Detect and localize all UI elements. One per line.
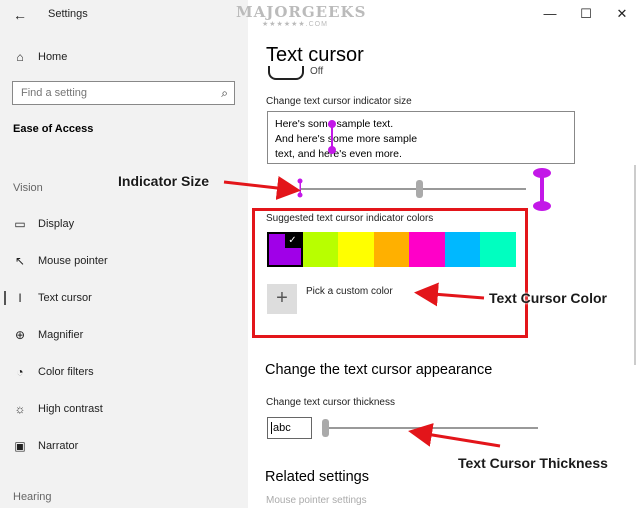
color-swatch-lime[interactable] — [302, 232, 338, 267]
color-swatch-aqua[interactable] — [480, 232, 516, 267]
close-button[interactable]: ✕ — [612, 6, 632, 22]
home-icon: ⌂ — [16, 50, 24, 64]
sample-line: And here's some more sample — [275, 133, 418, 145]
magnifier-icon: ⊕ — [14, 328, 26, 342]
palette-icon: ◔ — [16, 365, 24, 379]
sample-line: Here's some sample text. — [275, 118, 394, 130]
watermark-text: MAJORGEEKS — [236, 3, 367, 21]
maximize-button[interactable]: ☐ — [576, 6, 596, 22]
checkmark-icon: ✓ — [284, 234, 301, 248]
group-label-vision: Vision — [13, 182, 43, 194]
color-swatch-magenta[interactable] — [409, 232, 445, 267]
sidebar-item-mouse-pointer[interactable]: ↖ Mouse pointer — [0, 245, 248, 277]
watermark-subtext: ★★★★★★.COM — [262, 21, 328, 28]
search-box[interactable]: ⌕ — [12, 81, 235, 105]
narrator-icon: ▣ — [14, 439, 26, 453]
custom-color-label[interactable]: Pick a custom color — [306, 286, 393, 297]
watermark-logo: MAJORGEEKS ★★★★★★.COM — [224, 0, 414, 30]
sidebar-item-display[interactable]: ▭ Display — [0, 208, 248, 240]
page-title: Text cursor — [266, 44, 364, 66]
color-swatches: ✓ — [267, 232, 516, 267]
thickness-preview-text: abc — [273, 422, 291, 434]
plus-icon: + — [276, 287, 288, 309]
colors-label: Suggested text cursor indicator colors — [266, 213, 434, 224]
sidebar-item-narrator[interactable]: ▣ Narrator — [0, 430, 248, 462]
sidebar-item-label: Color filters — [38, 366, 94, 378]
search-input[interactable] — [13, 82, 203, 104]
indicator-size-label: Change text cursor indicator size — [266, 96, 412, 107]
minimize-button[interactable]: — — [540, 6, 560, 21]
thickness-preview: abc — [267, 417, 312, 439]
sidebar-item-home[interactable]: ⌂ Home — [0, 41, 248, 73]
sidebar-item-label: Magnifier — [38, 329, 84, 341]
sidebar-item-label: High contrast — [38, 403, 103, 415]
sidebar-item-label: Home — [38, 51, 68, 63]
color-swatch-blue[interactable] — [444, 232, 480, 267]
mouse-pointer-icon: ↖ — [14, 254, 26, 268]
sidebar: ← Settings ⌂ Home ⌕ Ease of Access Visio… — [0, 0, 248, 508]
sidebar-item-label: Mouse pointer — [38, 255, 108, 267]
sidebar-item-color-filters[interactable]: ◔ Color filters — [0, 356, 248, 388]
indicator-size-slider-thumb[interactable] — [416, 180, 423, 198]
color-swatch-purple[interactable]: ✓ — [267, 232, 303, 267]
sidebar-item-label: Text cursor — [38, 292, 92, 304]
group-label-hearing: Hearing — [13, 491, 52, 503]
sidebar-item-magnifier[interactable]: ⊕ Magnifier — [0, 319, 248, 351]
search-icon: ⌕ — [221, 86, 228, 100]
back-button[interactable]: ← — [10, 5, 30, 25]
monitor-icon: ▭ — [14, 217, 26, 231]
sidebar-item-high-contrast[interactable]: ☼ High contrast — [0, 393, 248, 425]
thickness-label: Change text cursor thickness — [266, 397, 395, 408]
back-arrow-icon: ← — [13, 7, 27, 23]
custom-color-button[interactable]: + — [267, 284, 297, 314]
sidebar-item-label: Narrator — [38, 440, 79, 452]
caret-icon — [271, 422, 272, 435]
indicator-size-slider[interactable] — [300, 188, 526, 190]
main-content: — ☐ ✕ Text cursor Off Change text cursor… — [248, 0, 640, 508]
scrollbar[interactable] — [634, 165, 636, 365]
color-swatch-orange[interactable] — [373, 232, 409, 267]
title-bar: ← Settings — [0, 0, 248, 30]
thickness-slider[interactable] — [324, 427, 538, 429]
toggle-switch[interactable] — [268, 66, 304, 80]
sidebar-item-text-cursor[interactable]: I Text cursor — [0, 282, 248, 314]
sample-line: text, and here's even more. — [275, 148, 402, 160]
section-title: Ease of Access — [13, 123, 94, 135]
related-settings-heading: Related settings — [265, 469, 369, 485]
text-cursor-icon: I — [18, 291, 22, 305]
color-swatch-yellow[interactable] — [338, 232, 374, 267]
sun-icon: ☼ — [14, 402, 26, 416]
sidebar-item-label: Display — [38, 218, 75, 230]
mouse-pointer-settings-link[interactable]: Mouse pointer settings — [266, 495, 367, 506]
thickness-slider-thumb[interactable] — [322, 419, 329, 437]
appearance-heading: Change the text cursor appearance — [265, 362, 493, 378]
toggle-state-label: Off — [310, 66, 324, 77]
sample-text-box: Here's some sample text. And here's some… — [267, 111, 575, 164]
app-title: Settings — [48, 8, 88, 20]
